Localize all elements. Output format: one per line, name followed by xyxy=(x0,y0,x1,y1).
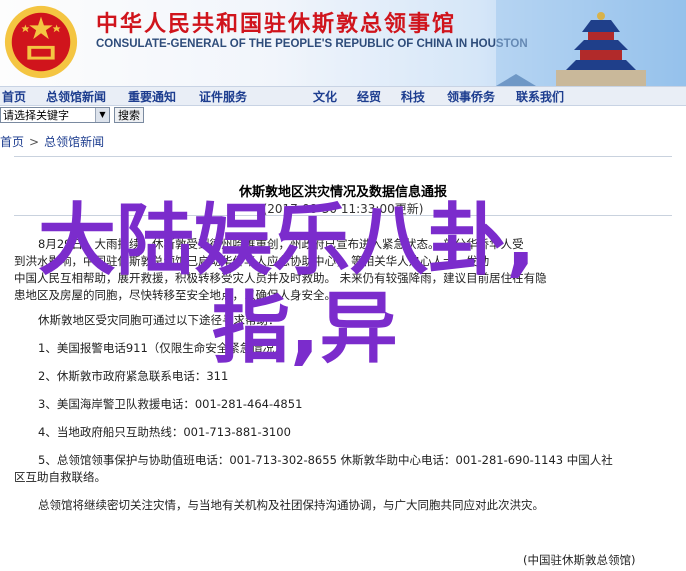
closing-paragraph: 总领馆将继续密切关注灾情，与当地有关机构及社团保持沟通协调，与广大同胞共同应对此… xyxy=(38,498,544,512)
breadcrumb: 首页 > 总领馆新闻 xyxy=(0,133,104,150)
list-item: 2、休斯敦市政府紧急联系电话：311 xyxy=(38,369,229,383)
nav-item-documents[interactable]: 证件服务 xyxy=(199,88,247,105)
nav-item-consular[interactable]: 领事侨务 xyxy=(447,88,495,105)
list-item: 4、当地政府船只互助热线：001-713-881-3100 xyxy=(38,425,291,439)
breadcrumb-home[interactable]: 首页 xyxy=(0,135,24,149)
article-signature: (中国驻休斯敦总领馆) xyxy=(523,553,636,567)
national-emblem-icon xyxy=(4,5,78,79)
divider xyxy=(14,156,672,157)
nav-item-home[interactable]: 首页 xyxy=(2,88,26,105)
nav-item-science[interactable]: 科技 xyxy=(401,88,425,105)
nav-item-trade[interactable]: 经贸 xyxy=(357,88,381,105)
keyword-select[interactable]: 请选择关键字 ▼ xyxy=(0,107,110,123)
list-item: 区互助自救联络。 xyxy=(14,470,106,484)
overlay-text-line-1: 大陆娱乐八卦, xyxy=(38,196,536,286)
temple-of-heaven-icon xyxy=(496,0,686,86)
main-nav: 首页 总领馆新闻 重要通知 证件服务 文化 经贸 科技 领事侨务 联系我们 xyxy=(0,86,686,106)
nav-item-notices[interactable]: 重要通知 xyxy=(128,88,176,105)
nav-item-contact[interactable]: 联系我们 xyxy=(516,88,564,105)
list-item: 3、美国海岸警卫队救援电话：001-281-464-4851 xyxy=(38,397,303,411)
chevron-down-icon[interactable]: ▼ xyxy=(95,108,109,122)
site-title: 中华人民共和国驻休斯敦总领事馆 xyxy=(96,11,457,37)
site-title-english: CONSULATE-GENERAL OF THE PEOPLE'S REPUBL… xyxy=(96,38,528,50)
nav-item-news[interactable]: 总领馆新闻 xyxy=(46,88,106,105)
search-bar: 请选择关键字 ▼ 搜索 xyxy=(0,106,686,126)
keyword-select-value: 请选择关键字 xyxy=(3,109,69,122)
nav-item-culture[interactable]: 文化 xyxy=(313,88,337,105)
header-banner: 中华人民共和国驻休斯敦总领事馆 CONSULATE-GENERAL OF THE… xyxy=(0,0,686,86)
breadcrumb-news[interactable]: 总领馆新闻 xyxy=(44,135,104,149)
search-button[interactable]: 搜索 xyxy=(114,107,144,123)
list-item: 5、总领馆领事保护与协助值班电话：001-713-302-8655 休斯敦华助中… xyxy=(38,453,613,467)
overlay-text-line-2: 指,异 xyxy=(212,284,398,374)
breadcrumb-separator-icon: > xyxy=(29,135,40,149)
